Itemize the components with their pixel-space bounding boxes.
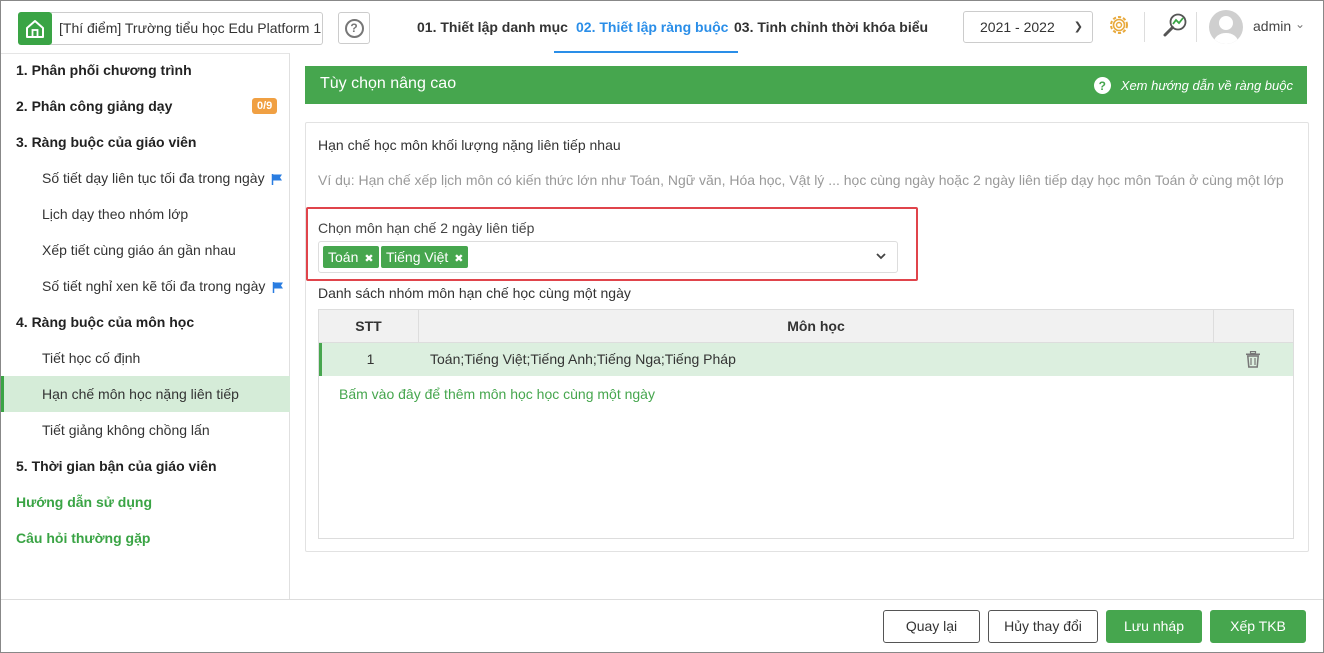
sidebar-item-teacher-constraints[interactable]: 3. Ràng buộc của giáo viên (1, 124, 290, 160)
chevron-down-icon[interactable] (875, 250, 887, 262)
sidebar-item-label: 4. Ràng buộc của môn học (16, 314, 195, 330)
question-icon: ? (1093, 77, 1111, 94)
guide-link-label: Xem hướng dẫn về ràng buộc (1120, 78, 1293, 93)
sidebar-item-subject-constraints[interactable]: 4. Ràng buộc của môn học (1, 304, 290, 340)
row-stt: 1 (366, 351, 375, 367)
sidebar-item-heavy-subjects-limit[interactable]: Hạn chế môn học nặng liên tiếp (1, 376, 290, 412)
subject-chip: Toán ✖ (323, 246, 379, 268)
constraint-guide-link[interactable]: ? Xem hướng dẫn về ràng buộc (1093, 77, 1293, 94)
question-icon: ? (344, 18, 364, 38)
sidebar-item-program-distribution[interactable]: 1. Phân phối chương trình (1, 52, 290, 88)
sidebar-item-max-breaks[interactable]: Số tiết nghỉ xen kẽ tối đa trong ngày (1, 268, 290, 304)
help-button[interactable]: ? (338, 12, 370, 44)
sidebar-item-label: Xếp tiết cùng giáo án gần nhau (42, 242, 236, 258)
discard-changes-button[interactable]: Hủy thay đổi (988, 610, 1098, 643)
constraint-title: Hạn chế học môn khối lượng nặng liên tiế… (318, 137, 621, 153)
sidebar-item-label: Lịch dạy theo nhóm lớp (42, 206, 189, 222)
remove-icon[interactable]: ✖ (454, 253, 463, 265)
chip-label: Toán (328, 249, 359, 265)
user-name[interactable]: admin (1253, 18, 1291, 34)
row-subjects: Toán;Tiếng Việt;Tiếng Anh;Tiếng Nga;Tiến… (430, 351, 736, 367)
school-year-value: 2021 - 2022 (980, 19, 1055, 35)
chip-label: Tiếng Việt (386, 249, 449, 265)
sidebar-item-label: 2. Phân công giảng dạy (16, 98, 173, 114)
sidebar-item-label: 5. Thời gian bận của giáo viên (16, 458, 217, 474)
sidebar-item-teaching-assignment[interactable]: 2. Phân công giảng dạy 0/9 (1, 88, 290, 124)
flag-icon (272, 174, 283, 186)
home-icon (26, 19, 44, 38)
main-content: Tùy chọn nâng cao ? Xem hướng dẫn về ràn… (291, 54, 1323, 599)
divider (1144, 12, 1145, 42)
sidebar-item-label: Số tiết nghỉ xen kẽ tối đa trong ngày (42, 278, 266, 294)
active-tab-indicator (554, 51, 738, 53)
subject-group-table: STT Môn học 1 Toán;Tiếng Việt;Tiếng Anh;… (318, 309, 1294, 539)
sidebar-item-label: 1. Phân phối chương trình (16, 62, 192, 78)
sidebar-item-label: Hạn chế môn học nặng liên tiếp (42, 386, 239, 402)
sidebar-item-label: Tiết học cố định (42, 350, 141, 366)
sidebar: 1. Phân phối chương trình 2. Phân công g… (1, 53, 290, 599)
subject-chip: Tiếng Việt ✖ (381, 246, 469, 268)
group-list-label: Danh sách nhóm môn hạn chế học cùng một … (318, 285, 631, 301)
subject-select-label: Chọn môn hạn chế 2 ngày liên tiếp (318, 220, 535, 236)
sidebar-item-label: Số tiết dạy liên tục tối đa trong ngày (42, 170, 265, 186)
sidebar-item-teacher-busy-time[interactable]: 5. Thời gian bận của giáo viên (1, 448, 290, 484)
remove-icon[interactable]: ✖ (364, 253, 373, 265)
school-selector[interactable]: [Thí điểm] Trường tiểu học Edu Platform … (51, 12, 323, 45)
add-subject-group-link[interactable]: Bấm vào đây để thêm môn học học cùng một… (339, 386, 655, 402)
constraint-example: Ví dụ: Hạn chế xếp lịch môn có kiến thức… (318, 172, 1284, 188)
subject-multiselect[interactable]: Toán ✖ Tiếng Việt ✖ (318, 241, 898, 273)
sidebar-item-user-guide[interactable]: Hướng dẫn sử dụng (1, 484, 290, 520)
sidebar-item-fixed-periods[interactable]: Tiết học cố định (1, 340, 290, 376)
sidebar-item-label: Câu hỏi thường gặp (16, 530, 151, 546)
tab-setup-constraints[interactable]: 02. Thiết lập ràng buộc (576, 19, 728, 35)
avatar[interactable] (1209, 10, 1243, 44)
gear-icon[interactable] (1107, 13, 1131, 37)
divider (1196, 12, 1197, 42)
home-button[interactable] (18, 12, 52, 45)
top-header: [Thí điểm] Trường tiểu học Edu Platform … (1, 1, 1323, 53)
save-draft-button[interactable]: Lưu nháp (1106, 610, 1202, 643)
table-row[interactable]: 1 Toán;Tiếng Việt;Tiếng Anh;Tiếng Nga;Ti… (319, 343, 1293, 376)
user-icon (1214, 16, 1238, 44)
sidebar-item-faq[interactable]: Câu hỏi thường gặp (1, 520, 290, 556)
sidebar-item-non-overlapping-periods[interactable]: Tiết giảng không chồng lấn (1, 412, 290, 448)
sidebar-item-max-consecutive-periods[interactable]: Số tiết dạy liên tục tối đa trong ngày (1, 160, 290, 196)
chevron-down-icon: ❯ (1073, 21, 1083, 33)
trash-icon[interactable] (1245, 351, 1261, 368)
chevron-down-icon[interactable]: ⌄ (1295, 17, 1305, 31)
sidebar-item-label: 3. Ràng buộc của giáo viên (16, 134, 197, 150)
search-chart-icon[interactable] (1161, 11, 1189, 39)
status-badge: 0/9 (252, 98, 278, 114)
sidebar-item-label: Hướng dẫn sử dụng (16, 494, 152, 510)
constraint-card: Hạn chế học môn khối lượng nặng liên tiế… (305, 122, 1309, 552)
generate-timetable-button[interactable]: Xếp TKB (1210, 610, 1306, 643)
footer-bar: Quay lại Hủy thay đổi Lưu nháp Xếp TKB (1, 599, 1323, 652)
back-button[interactable]: Quay lại (883, 610, 980, 643)
column-header-stt: STT (319, 310, 419, 343)
sidebar-item-class-group-schedule[interactable]: Lịch dạy theo nhóm lớp (1, 196, 290, 232)
panel-header: Tùy chọn nâng cao ? Xem hướng dẫn về ràn… (305, 66, 1307, 104)
column-header-subjects: Môn học (419, 310, 1214, 343)
tab-adjust-timetable[interactable]: 03. Tinh chỉnh thời khóa biểu (734, 19, 928, 35)
tab-setup-categories[interactable]: 01. Thiết lập danh mục (417, 19, 568, 35)
column-header-actions (1214, 310, 1293, 343)
school-year-select[interactable]: 2021 - 2022 ❯ (963, 11, 1093, 43)
sidebar-item-lesson-plan-grouping[interactable]: Xếp tiết cùng giáo án gần nhau (1, 232, 290, 268)
page-title: Tùy chọn nâng cao (320, 75, 457, 92)
sidebar-item-label: Tiết giảng không chồng lấn (42, 422, 210, 438)
flag-icon (273, 282, 284, 294)
